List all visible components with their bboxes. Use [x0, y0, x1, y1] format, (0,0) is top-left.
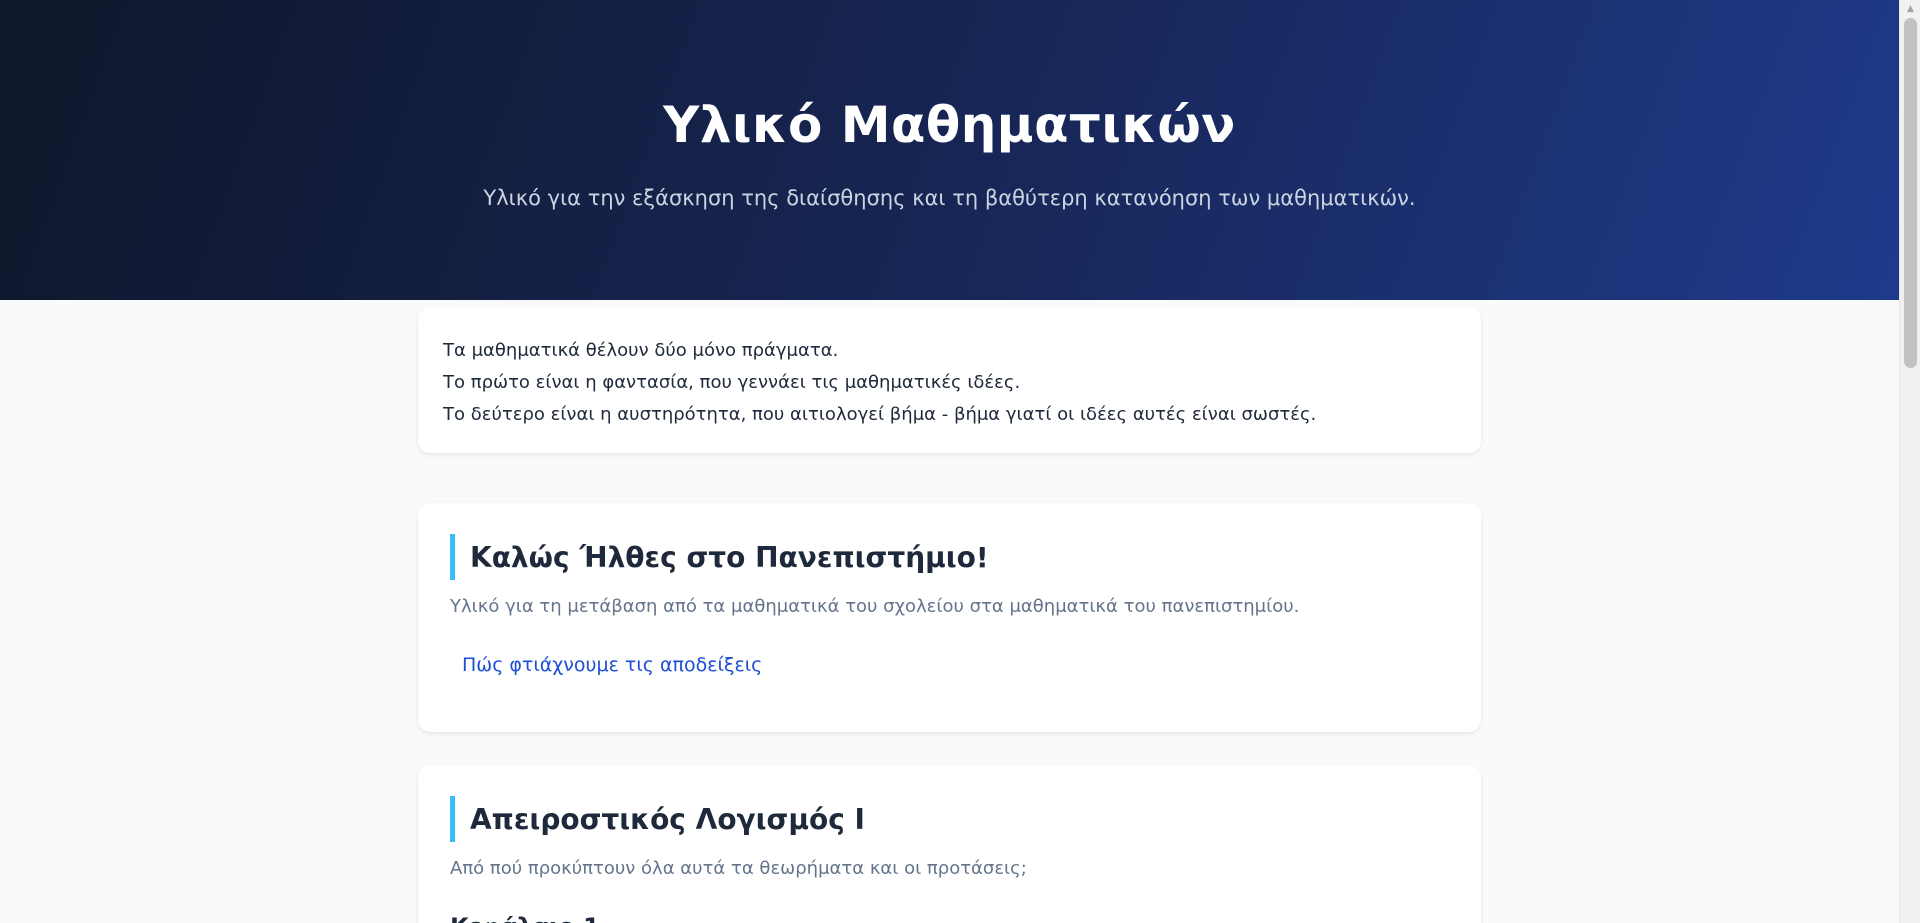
- section-title: Καλώς Ήλθες στο Πανεπιστήμιο!: [470, 540, 989, 574]
- quote-line: Το δεύτερο είναι η αυστηρότητα, που αιτι…: [443, 404, 1317, 425]
- quote-line: Το πρώτο είναι η φαντασία, που γεννάει τ…: [443, 372, 1021, 393]
- page-title: Υλικό Μαθηματικών: [663, 96, 1236, 154]
- section-heading: Καλώς Ήλθες στο Πανεπιστήμιο!: [450, 534, 1449, 580]
- quote-card: Τα μαθηματικά θέλουν δύο μόνο πράγματα. …: [418, 307, 1481, 453]
- section-heading: Απειροστικός Λογισμός Ι: [450, 796, 1449, 842]
- scrollbar-thumb[interactable]: [1904, 18, 1917, 368]
- section-title: Απειροστικός Λογισμός Ι: [470, 802, 865, 836]
- section-description: Υλικό για τη μετάβαση από τα μαθηματικά …: [450, 596, 1300, 617]
- link-proofs[interactable]: Πώς φτιάχνουμε τις αποδείξεις: [462, 654, 762, 676]
- page-subtitle: Υλικό για την εξάσκηση της διαίσθησης κα…: [483, 186, 1416, 210]
- page-viewport: Υλικό Μαθηματικών Υλικό για την εξάσκηση…: [0, 0, 1899, 923]
- quote-line: Τα μαθηματικά θέλουν δύο μόνο πράγματα.: [443, 340, 839, 361]
- section-card-calculus: Απειροστικός Λογισμός Ι Από πού προκύπτο…: [418, 765, 1481, 923]
- hero-header: Υλικό Μαθηματικών Υλικό για την εξάσκηση…: [0, 0, 1899, 300]
- chapter-title: Κεφάλαιο 1: [450, 913, 1449, 923]
- section-description: Από πού προκύπτουν όλα αυτά τα θεωρήματα…: [450, 858, 1027, 879]
- page-scrollbar[interactable]: ▲: [1899, 0, 1920, 923]
- section-card-welcome: Καλώς Ήλθες στο Πανεπιστήμιο! Υλικό για …: [418, 503, 1481, 732]
- scroll-up-arrow-icon[interactable]: ▲: [1900, 0, 1920, 17]
